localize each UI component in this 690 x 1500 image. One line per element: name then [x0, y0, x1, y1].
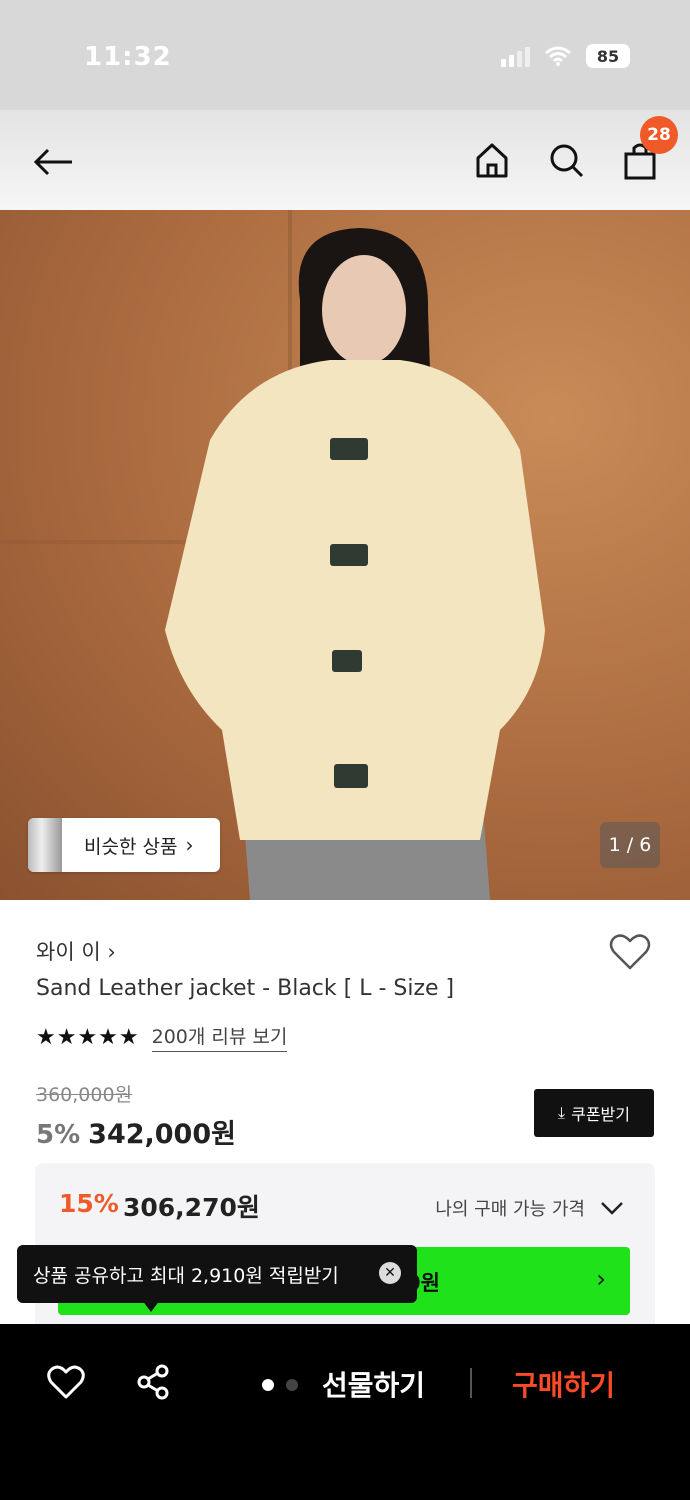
status-icons: 85	[501, 44, 630, 68]
brand-name: 와이 이	[36, 940, 101, 964]
search-icon[interactable]	[546, 138, 586, 182]
rating-row: ★★★★★ 200개 리뷰 보기	[36, 1022, 288, 1052]
dot-active	[262, 1379, 274, 1391]
share-icon[interactable]	[134, 1362, 174, 1402]
heart-icon[interactable]	[46, 1364, 86, 1400]
buy-button[interactable]: 구매하기	[512, 1364, 615, 1404]
original-price: 360,000원	[36, 1084, 133, 1106]
chevron-right-icon: ›	[596, 1265, 606, 1293]
top-nav: 28	[0, 110, 690, 210]
cart-button[interactable]: 28	[620, 116, 678, 182]
status-time: 11:32	[84, 42, 172, 72]
download-icon: ⤓	[558, 1103, 566, 1122]
review-link[interactable]: 200개 리뷰 보기	[151, 1022, 288, 1052]
chevron-right-icon: ›	[107, 940, 116, 964]
best-price-toggle[interactable]: 나의 구매 가능 가격	[435, 1195, 625, 1221]
home-icon[interactable]	[472, 138, 512, 182]
discount-rate: 5%	[36, 1120, 81, 1150]
nav-icon-group: 28	[472, 116, 678, 182]
wifi-icon	[545, 46, 571, 66]
bottom-action-bar: 선물하기 구매하기	[0, 1324, 690, 1500]
best-price: 306,270원	[123, 1193, 260, 1222]
close-icon[interactable]: ✕	[379, 1262, 401, 1284]
similar-products-label: 비슷한 상품	[84, 835, 178, 858]
gift-button[interactable]: 선물하기	[322, 1364, 425, 1404]
signal-icon	[501, 45, 530, 67]
gift-indicator-dots	[262, 1379, 298, 1391]
chevron-right-icon: ›	[185, 833, 194, 857]
cart-count-badge: 28	[640, 116, 678, 154]
tooltip-text: 상품 공유하고 최대 2,910원 적립받기	[33, 1264, 339, 1287]
sale-price: 342,000원	[88, 1119, 236, 1150]
image-page-indicator: 1 / 6	[600, 822, 660, 868]
rating-stars: ★★★★★	[36, 1024, 140, 1050]
similar-product-thumbnail	[28, 818, 62, 872]
price-row: 5% 342,000원	[36, 1112, 236, 1151]
divider	[470, 1368, 472, 1398]
wishlist-heart-icon[interactable]	[608, 932, 652, 972]
dot-inactive	[286, 1379, 298, 1391]
back-arrow-icon[interactable]	[26, 132, 82, 188]
best-price-label: 나의 구매 가능 가격	[435, 1199, 585, 1220]
coupon-button[interactable]: ⤓ 쿠폰받기	[534, 1089, 654, 1137]
chevron-down-icon	[601, 1202, 623, 1215]
battery-icon: 85	[586, 44, 630, 68]
product-image[interactable]: 비슷한 상품 › 1 / 6	[0, 210, 690, 900]
product-title: Sand Leather jacket - Black [ L - Size ]	[36, 976, 455, 1001]
status-bar: 11:32 85	[0, 0, 690, 110]
best-discount-rate: 15%	[59, 1189, 119, 1218]
similar-products-button[interactable]: 비슷한 상품 ›	[28, 818, 220, 872]
product-photo-illustration	[0, 210, 545, 900]
coupon-label: 쿠폰받기	[571, 1105, 630, 1124]
brand-link[interactable]: 와이 이 ›	[36, 936, 116, 966]
tooltip-tail	[142, 1300, 160, 1312]
share-reward-tooltip: 상품 공유하고 최대 2,910원 적립받기 ✕	[17, 1245, 417, 1303]
